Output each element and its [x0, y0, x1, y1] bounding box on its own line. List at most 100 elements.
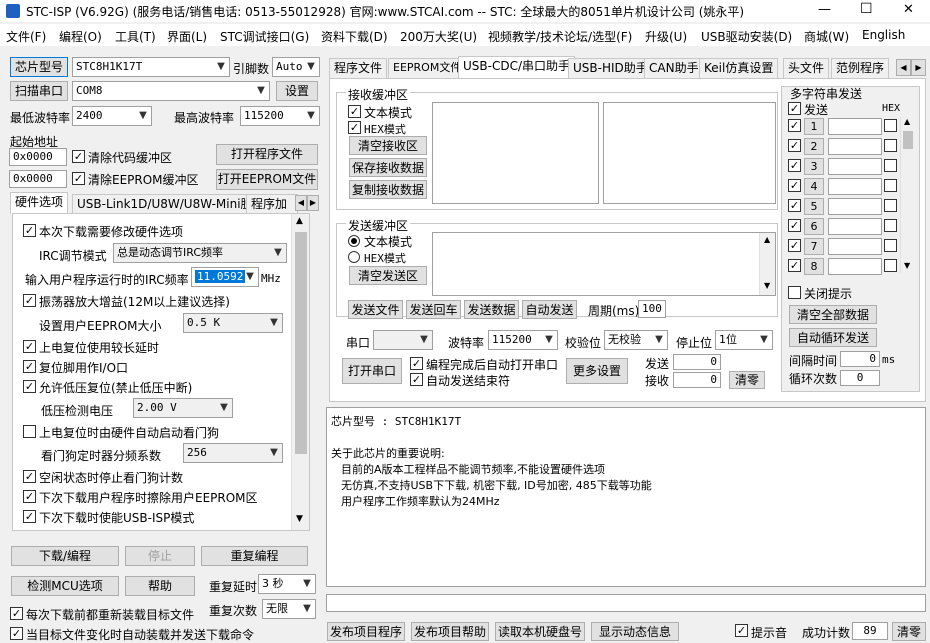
- multi-send-row-input[interactable]: [828, 238, 882, 255]
- menu-view[interactable]: 界面(L): [167, 28, 207, 45]
- multi-send-row-input[interactable]: [828, 258, 882, 275]
- menu-debug[interactable]: STC调试接口(G): [220, 28, 309, 45]
- menu-video[interactable]: 视频教学/技术论坛/选型(F): [488, 28, 632, 45]
- erase-eeprom-checkbox[interactable]: ✓: [23, 490, 36, 503]
- menu-english[interactable]: English: [862, 28, 905, 42]
- lvd-select[interactable]: 2.00 V ▼: [133, 398, 233, 418]
- tab-usb-cdc-serial[interactable]: USB-CDC/串口助手: [458, 56, 576, 78]
- multi-send-row-button[interactable]: 2: [804, 138, 824, 155]
- tab-scroll-right-icon[interactable]: ▶: [307, 195, 319, 211]
- period-input[interactable]: 100: [638, 300, 666, 318]
- multi-send-row-button[interactable]: 1: [804, 118, 824, 135]
- show-dynamic-info-button[interactable]: 显示动态信息: [591, 622, 679, 641]
- minimize-icon[interactable]: —: [818, 2, 831, 17]
- multi-send-row-input[interactable]: [828, 158, 882, 175]
- code-start-address-input[interactable]: 0x0000: [9, 148, 67, 166]
- wdt-prescaler-select[interactable]: 256 ▼: [183, 443, 283, 463]
- tab-hardware-options[interactable]: 硬件选项: [10, 192, 69, 214]
- reload-each-checkbox[interactable]: ✓: [10, 607, 23, 620]
- parity-select[interactable]: 无校验 ▼: [604, 330, 668, 350]
- multi-send-row-hex-checkbox[interactable]: [884, 119, 897, 132]
- eeprom-size-select[interactable]: 0.5 K ▼: [183, 313, 283, 333]
- open-serial-button[interactable]: 打开串口: [342, 358, 402, 384]
- recv-hex-area[interactable]: [603, 102, 776, 204]
- scrollbar-thumb[interactable]: [295, 232, 307, 454]
- tab-usb-hid[interactable]: USB-HID助手: [568, 58, 653, 78]
- chip-type-button[interactable]: 芯片型号: [10, 57, 68, 77]
- max-baud-select[interactable]: 115200 ▼: [240, 106, 320, 126]
- min-baud-select[interactable]: 2400 ▼: [72, 106, 152, 126]
- multi-send-row-hex-checkbox[interactable]: [884, 179, 897, 192]
- tab-program-file[interactable]: 程序文件: [329, 58, 388, 78]
- idle-stop-wdt-checkbox[interactable]: ✓: [23, 470, 36, 483]
- multi-send-row-checkbox[interactable]: ✓: [788, 139, 801, 152]
- send-hex-mode-radio[interactable]: [348, 251, 360, 263]
- multi-send-row-checkbox[interactable]: ✓: [788, 159, 801, 172]
- clear-send-button[interactable]: 清空发送区: [349, 266, 427, 285]
- multi-send-scrollbar[interactable]: ▲ ▼: [900, 117, 914, 273]
- close-icon[interactable]: ✕: [903, 2, 914, 17]
- multi-send-row-button[interactable]: 7: [804, 238, 824, 255]
- multi-send-row-button[interactable]: 8: [804, 258, 824, 275]
- send-text-area[interactable]: ▲ ▼: [432, 232, 776, 296]
- help-button[interactable]: 帮助: [125, 576, 195, 596]
- multi-send-row-hex-checkbox[interactable]: [884, 199, 897, 212]
- tab-scroll-right-icon[interactable]: ▶: [911, 59, 926, 76]
- chevron-up-icon[interactable]: ▲: [296, 216, 303, 226]
- tab-header-file[interactable]: 头文件: [783, 58, 830, 78]
- open-program-file-button[interactable]: 打开程序文件: [216, 144, 318, 165]
- menu-file[interactable]: 文件(F): [6, 28, 46, 45]
- interval-input[interactable]: 0: [840, 351, 880, 367]
- power-on-delay-checkbox[interactable]: ✓: [23, 340, 36, 353]
- chevron-down-icon[interactable]: ▼: [764, 281, 770, 290]
- menu-download[interactable]: 资料下载(D): [321, 28, 388, 45]
- tab-keil-emulation[interactable]: Keil仿真设置: [699, 58, 779, 78]
- reset-pin-io-checkbox[interactable]: ✓: [23, 360, 36, 373]
- low-voltage-reset-checkbox[interactable]: ✓: [23, 380, 36, 393]
- tab-scroll-left-icon[interactable]: ◀: [896, 59, 911, 76]
- loop-count-input[interactable]: 0: [840, 370, 880, 386]
- maximize-icon[interactable]: ☐: [860, 1, 873, 17]
- send-area-scrollbar[interactable]: ▲ ▼: [759, 233, 775, 295]
- serial-port-select[interactable]: ▼: [373, 330, 433, 350]
- multi-send-row-input[interactable]: [828, 198, 882, 215]
- menu-usb-driver[interactable]: USB驱动安装(D): [701, 28, 792, 45]
- tab-program-encrypt[interactable]: 程序加: [246, 194, 298, 214]
- multi-send-row-hex-checkbox[interactable]: [884, 239, 897, 252]
- beep-checkbox[interactable]: ✓: [735, 624, 748, 637]
- publish-help-button[interactable]: 发布项目帮助: [411, 622, 489, 641]
- clear-success-button[interactable]: 清零: [892, 622, 926, 641]
- recv-text-mode-checkbox[interactable]: ✓: [348, 105, 361, 118]
- repeat-count-select[interactable]: 无限 ▼: [262, 599, 316, 619]
- options-scrollbar[interactable]: ▲ ▼: [291, 214, 309, 530]
- multi-send-row-checkbox[interactable]: ✓: [788, 259, 801, 272]
- menu-prize[interactable]: 200万大奖(U): [400, 28, 477, 45]
- scrollbar-thumb[interactable]: [903, 131, 913, 149]
- tab-can[interactable]: CAN助手: [644, 58, 704, 78]
- multi-send-row-button[interactable]: 6: [804, 218, 824, 235]
- tab-eeprom-file[interactable]: EEPROM文件: [388, 58, 467, 78]
- close-tip-checkbox[interactable]: [788, 286, 801, 299]
- pins-select[interactable]: Auto ▼: [272, 57, 320, 77]
- menu-shop[interactable]: 商城(W): [804, 28, 849, 45]
- tab-scroll-left-icon[interactable]: ◀: [295, 195, 307, 211]
- send-return-button[interactable]: 发送回车: [406, 300, 461, 319]
- irc-freq-select[interactable]: 11.0592 ▼: [191, 267, 259, 287]
- multi-send-row-input[interactable]: [828, 138, 882, 155]
- multi-send-row-hex-checkbox[interactable]: [884, 219, 897, 232]
- clear-recv-button[interactable]: 清空接收区: [349, 136, 427, 155]
- eeprom-start-address-input[interactable]: 0x0000: [9, 170, 67, 188]
- tab-usb-link[interactable]: USB-Link1D/U8W/U8W-Mini脱机: [72, 194, 270, 214]
- multi-send-row-input[interactable]: [828, 218, 882, 235]
- menu-tools[interactable]: 工具(T): [115, 28, 156, 45]
- chevron-up-icon[interactable]: ▲: [904, 117, 910, 126]
- multi-send-row-button[interactable]: 4: [804, 178, 824, 195]
- baud-select[interactable]: 115200 ▼: [488, 330, 558, 350]
- multi-send-row-checkbox[interactable]: ✓: [788, 119, 801, 132]
- multi-send-row-hex-checkbox[interactable]: [884, 159, 897, 172]
- multi-send-row-checkbox[interactable]: ✓: [788, 199, 801, 212]
- clear-count-button[interactable]: 清零: [729, 371, 765, 389]
- multi-send-row-button[interactable]: 5: [804, 198, 824, 215]
- recv-hex-mode-checkbox[interactable]: ✓: [348, 121, 361, 134]
- multi-send-all-checkbox[interactable]: ✓: [788, 102, 801, 115]
